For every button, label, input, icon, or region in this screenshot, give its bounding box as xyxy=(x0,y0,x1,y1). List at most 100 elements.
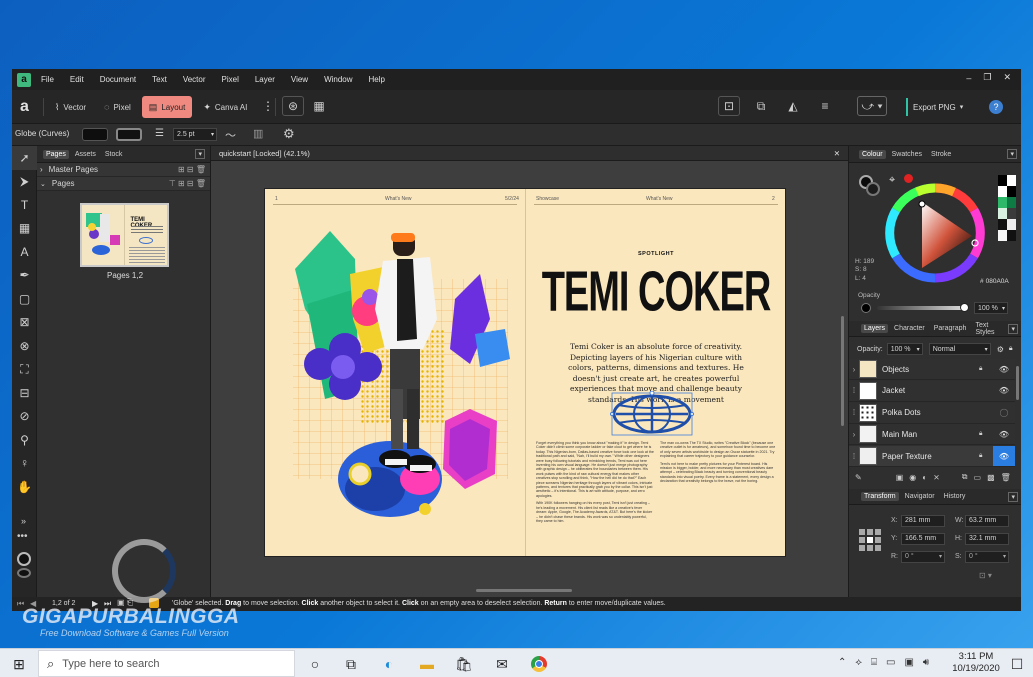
transform-options-icon[interactable]: ⊡ ▾ xyxy=(979,571,992,580)
tab-assets[interactable]: Assets xyxy=(72,150,99,159)
rectangle-tool-icon[interactable]: ▢ xyxy=(12,287,37,311)
page-actions-icon[interactable]: ⊤ ⊞ ⊟ 🗑 xyxy=(169,179,206,188)
menu-document[interactable]: Document xyxy=(100,75,136,84)
cortana-icon[interactable]: ○ xyxy=(306,655,324,673)
menu-layer[interactable]: Layer xyxy=(255,75,275,84)
panel-menu-icon[interactable]: ▾ xyxy=(1008,491,1018,502)
tools-overflow-icon[interactable]: ••• xyxy=(17,531,28,542)
mail-icon[interactable]: ✉ xyxy=(493,655,511,673)
zoom-tool-icon[interactable]: ♀ xyxy=(12,452,37,476)
persona-vector[interactable]: ⌇ Vector xyxy=(48,96,93,118)
layout-tool-icon[interactable]: ⊟ xyxy=(12,381,37,405)
close-tab-icon[interactable]: ✕ xyxy=(834,149,840,158)
left-page[interactable]: 1 What's New 5/2/24 xyxy=(265,189,525,556)
panel-menu-icon[interactable]: ▾ xyxy=(1007,149,1017,159)
adjustment-icon[interactable]: ◐ xyxy=(922,473,927,482)
expand-icon[interactable]: › xyxy=(849,430,859,439)
lock-icon[interactable]: 🔒︎ xyxy=(979,430,993,438)
lock-icon[interactable]: 🔒︎ xyxy=(979,452,993,460)
live-filter-icon[interactable]: ⨯ xyxy=(933,473,940,482)
menu-help[interactable]: Help xyxy=(369,75,385,84)
volume-icon[interactable]: 🔊︎ xyxy=(923,657,929,668)
affinity-logo-icon[interactable]: a xyxy=(17,72,31,87)
add-group-icon[interactable]: ▭ xyxy=(974,473,982,482)
edit-layer-icon[interactable]: ✎ xyxy=(855,473,862,482)
settings-gear-icon[interactable]: ⚙ xyxy=(283,126,295,142)
battery-icon[interactable]: ▭ xyxy=(886,657,895,668)
opacity-field[interactable]: 100 % ▾ xyxy=(974,302,1008,314)
tab-colour[interactable]: Colour xyxy=(859,149,886,159)
tab-stroke[interactable]: Stroke xyxy=(928,150,954,159)
swatch-strip[interactable] xyxy=(998,175,1016,241)
visibility-eye-icon[interactable]: 👁︎ xyxy=(993,446,1015,467)
frame-text-tool-icon[interactable]: T xyxy=(12,193,37,217)
document-tab[interactable]: quickstart [Locked] (42.1%) ✕ xyxy=(211,146,848,161)
layer-lock-icon[interactable]: 🔒︎ xyxy=(1009,345,1013,353)
body-column-2[interactable]: The man co-owns The TX Studio, writes "C… xyxy=(660,441,778,484)
boolean-icon[interactable]: ⧉ xyxy=(750,96,772,116)
stroke-chip-icon[interactable] xyxy=(17,568,31,578)
visibility-eye-icon[interactable]: ◯ xyxy=(993,403,1015,423)
transform-w-field[interactable]: W: 63.2 mm xyxy=(955,514,1017,527)
colour-chip-stroke[interactable] xyxy=(866,182,880,196)
chevron-up-icon[interactable]: ⌃ xyxy=(838,657,846,668)
align-icon[interactable]: ≡ xyxy=(814,96,836,116)
transparency-tool-icon[interactable]: ⊘ xyxy=(12,405,37,429)
vertical-scrollbar[interactable] xyxy=(841,316,844,426)
visibility-eye-icon[interactable]: 👁︎ xyxy=(993,359,1015,379)
stroke-swatch[interactable] xyxy=(116,128,142,141)
s-input[interactable]: 0 ° ▾ xyxy=(965,550,1009,563)
menu-file[interactable]: File xyxy=(41,75,54,84)
persona-pixel[interactable]: ◌ Pixel xyxy=(97,96,138,118)
table-tool-icon[interactable]: ▦ xyxy=(12,217,37,241)
hex-field[interactable]: # 080A0A xyxy=(980,276,1018,287)
grid-icon[interactable]: ▦ xyxy=(308,96,330,116)
clock[interactable]: 3:11 PM 10/19/2020 xyxy=(948,651,1004,675)
edge-icon[interactable]: ◐ xyxy=(380,655,398,673)
eyedropper-tool-icon[interactable]: ⚲ xyxy=(12,428,37,452)
close-window-button[interactable]: ✕ xyxy=(1003,72,1011,83)
tab-text-styles[interactable]: Text Styles xyxy=(972,321,1005,337)
transform-x-field[interactable]: X: 281 mm xyxy=(891,514,953,527)
drag-handle-icon[interactable]: ⁞ xyxy=(849,386,859,395)
tab-character[interactable]: Character xyxy=(891,324,928,333)
x-input[interactable]: 281 mm xyxy=(901,514,945,527)
tab-transform[interactable]: Transform xyxy=(861,492,899,501)
transform-y-field[interactable]: Y: 166.5 mm xyxy=(891,532,953,545)
anchor-grid-icon[interactable] xyxy=(859,529,881,551)
tab-swatches[interactable]: Swatches xyxy=(889,150,925,159)
tab-layers[interactable]: Layers xyxy=(861,324,889,333)
layer-settings-gear-icon[interactable]: ⚙ xyxy=(997,345,1004,354)
layer-row-main-man[interactable]: › Main Man 🔒︎ 👁︎ xyxy=(849,424,1015,446)
transform-h-field[interactable]: H: 32.1 mm xyxy=(955,532,1017,545)
assistant-icon[interactable]: ⤻ ▾ xyxy=(857,96,887,116)
move-tool-icon[interactable]: ➚ xyxy=(12,146,37,170)
delete-layer-icon[interactable]: 🗑︎ xyxy=(1001,473,1011,482)
expand-icon[interactable]: › xyxy=(849,365,859,374)
master-pages-section[interactable]: › Master Pages ⊞ ⊟ 🗑 xyxy=(37,163,210,177)
tab-navigator[interactable]: Navigator xyxy=(902,492,938,501)
picture-frame-tool-icon[interactable]: ⊠ xyxy=(12,311,37,335)
windows-start-icon[interactable]: ⊞ xyxy=(10,655,28,673)
flip-icon[interactable]: ◭ xyxy=(782,96,804,116)
chrome-icon[interactable] xyxy=(530,655,548,673)
fx-icon[interactable]: ▣ xyxy=(896,473,904,482)
pen-pressure-icon[interactable]: 〜 xyxy=(225,127,236,143)
dropbox-icon[interactable]: ⟡ xyxy=(855,657,862,668)
transform-s-field[interactable]: S: 0 ° ▾ xyxy=(955,550,1017,563)
w-input[interactable]: 63.2 mm xyxy=(965,514,1009,527)
ellipse-frame-tool-icon[interactable]: ⊗ xyxy=(12,334,37,358)
blend-mode-select[interactable]: Normal ▾ xyxy=(928,343,991,355)
stroke-style-icon[interactable]: ☰ xyxy=(155,128,164,139)
menu-edit[interactable]: Edit xyxy=(70,75,84,84)
globe-selected-shape[interactable] xyxy=(610,391,694,437)
horizontal-scrollbar[interactable] xyxy=(476,589,572,592)
help-icon[interactable]: ? xyxy=(989,100,1003,114)
visibility-eye-icon[interactable]: 👁︎ xyxy=(993,381,1015,401)
tab-stock[interactable]: Stock xyxy=(102,150,126,159)
checker-icon[interactable]: ▩ xyxy=(987,473,995,482)
artwork-illustration[interactable] xyxy=(265,189,525,556)
persona-canva-ai[interactable]: ✦ Canva AI xyxy=(196,96,254,118)
pen-tool-icon[interactable]: ✒ xyxy=(12,264,37,288)
menu-view[interactable]: View xyxy=(291,75,308,84)
